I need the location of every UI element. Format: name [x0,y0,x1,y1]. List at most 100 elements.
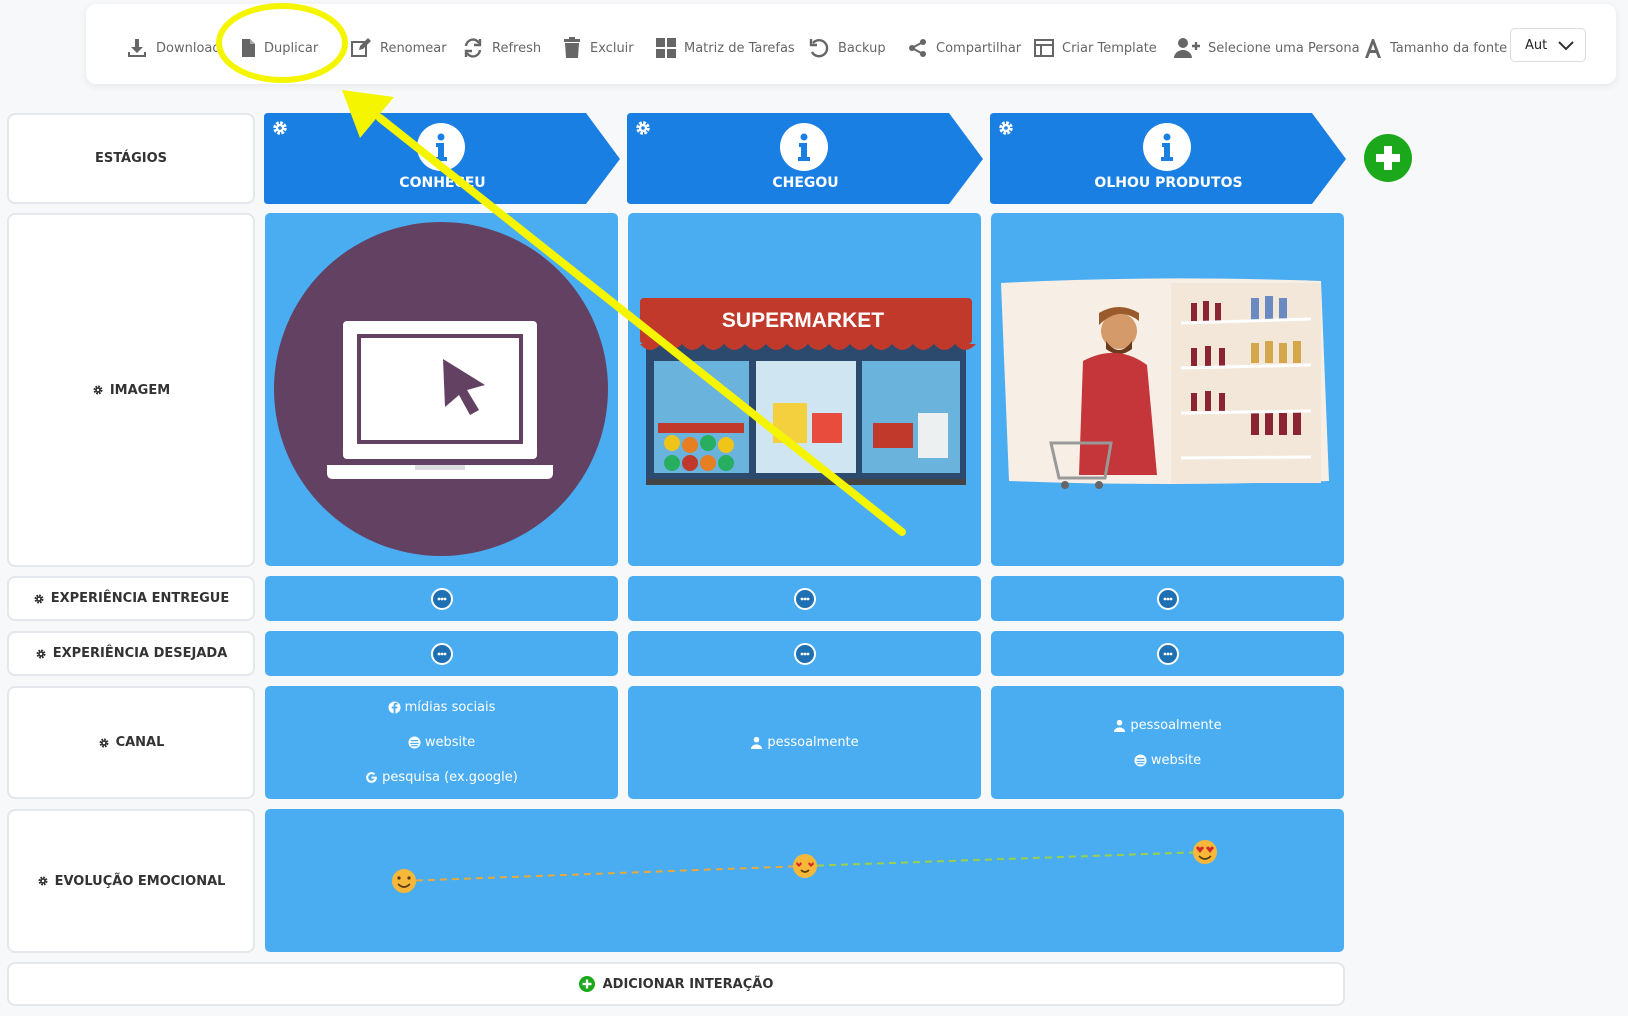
font-size-label: Tamanho da fonte [1390,40,1508,56]
image-cell-3[interactable] [991,213,1344,566]
gear-icon[interactable] [997,119,1015,137]
channel-cell-1[interactable]: mídias sociais website pesquisa (ex.goog… [265,686,618,799]
channel-item: website [1134,753,1201,768]
share-label: Compartilhar [936,40,1022,56]
row-label-image-text: IMAGEM [109,382,171,398]
image-cell-1[interactable] [265,213,618,566]
desired-cell-1[interactable] [265,631,618,676]
add-stage-button[interactable] [1364,134,1412,182]
delete-label: Excluir [590,40,634,56]
row-label-desired-text: EXPERIÊNCIA DESEJADA [52,646,228,661]
image-cell-2[interactable]: SUPERMARKET [628,213,981,566]
emotion-cell[interactable] [265,809,1344,952]
channel-label: mídias sociais [404,700,496,715]
select-persona-label: Selecione uma Persona [1208,40,1360,56]
supermarket-illustration: SUPERMARKET [640,298,976,485]
stage-header-3[interactable]: OLHOU PRODUTOS [990,113,1347,204]
happy-emoji-icon[interactable] [392,869,416,893]
channel-label: pesquisa (ex.google) [382,770,518,785]
rename-label: Renomear [380,40,447,56]
font-size-value: Aut [1525,37,1548,53]
refresh-button[interactable]: Refresh [462,30,541,66]
create-template-button[interactable]: Criar Template [1034,30,1157,66]
download-button[interactable]: Download [126,30,221,66]
rename-button[interactable]: Renomear [350,30,447,66]
create-template-label: Criar Template [1062,40,1157,56]
duplicate-label: Duplicar [264,40,319,56]
gear-icon[interactable] [634,119,652,137]
channel-cell-2[interactable]: pessoalmente [628,686,981,799]
template-icon [1034,39,1054,57]
plus-icon [1376,146,1400,170]
info-icon[interactable] [780,123,828,171]
backup-button[interactable]: Backup [808,30,886,66]
gear-icon [34,594,44,603]
download-icon [128,39,146,57]
row-label-image[interactable]: IMAGEM [7,213,255,567]
edit-icon [351,38,371,57]
person-icon [1114,719,1126,732]
plus-circle-icon [578,976,595,992]
laptop-illustration [274,222,608,556]
delete-button[interactable]: Excluir [562,30,634,66]
row-label-stages-text: ESTÁGIOS [94,151,168,166]
delivered-cell-2[interactable] [628,576,981,621]
toolbar: Download Duplicar Renomear Refresh Exclu… [86,4,1616,84]
delivered-cell-3[interactable] [991,576,1344,621]
task-matrix-button[interactable]: Matriz de Tarefas [656,30,795,66]
channel-item: pessoalmente [750,735,859,750]
comment-icon[interactable] [1156,642,1179,665]
facebook-icon [388,701,401,714]
gear-icon [93,385,103,395]
add-interaction-button[interactable]: ADICIONAR INTERAÇÃO [7,962,1345,1006]
google-icon [366,772,377,783]
row-label-desired[interactable]: EXPERIÊNCIA DESEJADA [7,631,255,676]
share-button[interactable]: Compartilhar [908,30,1021,66]
share-icon [909,39,926,57]
row-label-delivered[interactable]: EXPERIÊNCIA ENTREGUE [7,576,255,621]
row-label-stages: ESTÁGIOS [7,113,255,204]
info-icon[interactable] [1143,123,1191,171]
comment-icon[interactable] [793,587,816,610]
select-persona-button[interactable]: Selecione uma Persona [1174,30,1360,66]
delivered-cell-1[interactable] [265,576,618,621]
trash-icon [564,37,580,58]
info-icon[interactable] [417,123,465,171]
font-icon [1365,39,1381,58]
channel-label: website [424,735,476,750]
channel-item: pessoalmente [1113,717,1222,733]
channel-label: pessoalmente [1130,717,1222,733]
comment-icon[interactable] [430,587,453,610]
refresh-icon [464,38,482,58]
duplicate-button[interactable]: Duplicar [240,30,318,66]
row-label-delivered-text: EXPERIÊNCIA ENTREGUE [50,591,230,606]
channel-item: website [408,735,475,750]
row-label-channel-text: CANAL [115,735,165,750]
font-size-select[interactable]: Aut [1510,28,1586,62]
heart-eyes-emoji-icon[interactable] [1193,840,1217,864]
download-label: Download [156,40,221,56]
stage-title: OLHOU PRODUTOS [1094,175,1243,191]
gear-icon[interactable] [271,119,289,137]
row-label-emotion[interactable]: EVOLUÇÃO EMOCIONAL [7,809,255,953]
comment-icon[interactable] [793,642,816,665]
channel-label: pessoalmente [767,735,859,750]
refresh-label: Refresh [492,40,542,56]
channel-cell-3[interactable]: pessoalmente website [991,686,1344,799]
stage-header-1[interactable]: CONHECEU [264,113,621,204]
shopping-illustration [1001,278,1329,489]
comment-icon[interactable] [1156,587,1179,610]
loving-emoji-icon[interactable] [793,854,817,878]
backup-label: Backup [838,40,886,56]
file-icon [242,39,255,57]
desired-cell-2[interactable] [628,631,981,676]
website-icon [408,736,421,749]
add-user-icon [1174,38,1200,58]
stage-header-2[interactable]: CHEGOU [627,113,984,204]
comment-icon[interactable] [430,642,453,665]
undo-icon [809,39,829,58]
row-label-channel[interactable]: CANAL [7,686,255,799]
store-sign-text: SUPERMARKET [722,309,884,332]
gear-icon [38,876,48,886]
desired-cell-3[interactable] [991,631,1344,676]
